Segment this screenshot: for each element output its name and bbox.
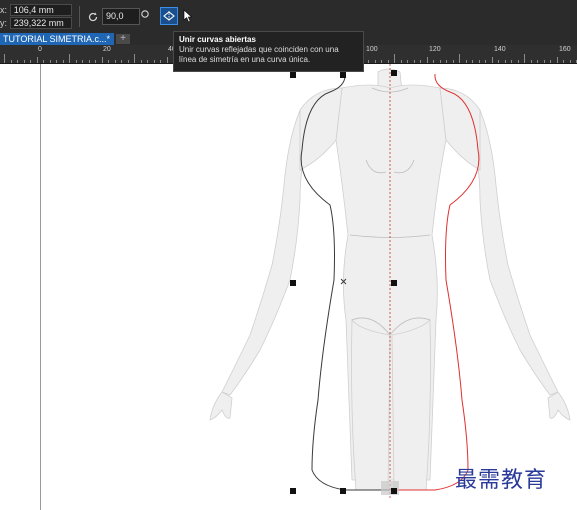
ruler-label: 160 <box>559 46 571 53</box>
ruler-tick <box>543 60 545 63</box>
toolbar-separator <box>79 6 80 27</box>
circle-icon[interactable] <box>140 9 150 19</box>
ruler-tick <box>30 60 31 63</box>
ruler-tick <box>134 54 135 63</box>
cursor-icon <box>183 9 193 23</box>
ruler-tick <box>10 60 12 63</box>
join-curves-button[interactable] <box>160 7 178 25</box>
ruler-tick <box>4 54 5 63</box>
selection-handle[interactable] <box>391 70 397 76</box>
ruler-tick <box>452 60 454 63</box>
ruler-tick <box>140 60 142 63</box>
ruler-tick <box>62 60 64 63</box>
ruler-tick <box>472 60 473 63</box>
ruler-tick <box>420 60 421 63</box>
y-position-field[interactable]: 239,322 mm <box>9 17 72 29</box>
tooltip-line: línea de simetría en una curva única. <box>179 55 311 64</box>
ruler-tick <box>127 60 129 63</box>
ruler-tick <box>394 54 395 63</box>
rotation-group: 90,0 <box>87 8 140 25</box>
join-curves-icon <box>163 11 175 21</box>
ruler-tick <box>459 54 460 63</box>
drawing-canvas[interactable] <box>0 64 577 510</box>
ruler-tick <box>114 60 116 63</box>
ruler-tick <box>381 60 382 63</box>
document-tab[interactable]: TUTORIAL SIMETRIA.c...* <box>0 33 114 45</box>
watermark-logo: 最需教育 <box>455 468 548 493</box>
ruler-tick <box>407 60 408 63</box>
ruler-tick <box>160 60 161 63</box>
ruler-tick <box>153 60 155 63</box>
ruler-tick <box>17 60 18 63</box>
ruler-tick <box>69 54 70 63</box>
add-tab-button[interactable]: + <box>116 34 130 44</box>
ruler-tick <box>413 60 415 63</box>
selection-handle[interactable] <box>290 488 296 494</box>
ruler-tick <box>82 60 83 63</box>
ruler-label: 0 <box>38 46 42 53</box>
selection-handle[interactable] <box>391 488 397 494</box>
ruler-tick <box>49 60 51 63</box>
x-axis-label: x: <box>0 5 8 15</box>
ruler-label: 20 <box>103 46 111 53</box>
ruler-tick <box>368 60 369 63</box>
ruler-tick <box>387 60 389 63</box>
ruler-label: 120 <box>429 46 441 53</box>
ruler-tick <box>23 60 25 63</box>
ruler-tick <box>550 60 551 63</box>
selection-handle[interactable] <box>340 488 346 494</box>
ruler-label: 140 <box>494 46 506 53</box>
ruler-tick <box>478 60 480 63</box>
ruler-tick <box>88 60 90 63</box>
ruler-tick <box>511 60 512 63</box>
selection-handle[interactable] <box>290 280 296 286</box>
ruler-tick <box>465 60 467 63</box>
ruler-tick <box>491 57 493 63</box>
ruler-tick <box>433 60 434 63</box>
ruler-tick <box>43 60 44 63</box>
ruler-tick <box>530 60 532 63</box>
ruler-tick <box>537 60 538 63</box>
coordinates-group: x: 106,4 mm y: 239,322 mm <box>0 4 72 29</box>
ruler-tick <box>374 60 376 63</box>
selection-handle[interactable] <box>290 72 296 78</box>
ruler-tick <box>36 57 38 63</box>
ruler-tick <box>498 60 499 63</box>
fashion-figure-drawing <box>209 64 571 500</box>
selection-handle[interactable] <box>391 280 397 286</box>
ruler-tick <box>563 60 564 63</box>
ruler-tick <box>524 54 525 63</box>
property-bar: x: 106,4 mm y: 239,322 mm 90,0 <box>0 0 577 33</box>
ruler-tick <box>400 60 402 63</box>
y-axis-label: y: <box>0 18 8 28</box>
join-curves-tooltip: Unir curvas abiertas Unir curvas refleja… <box>173 31 364 72</box>
tooltip-title: Unir curvas abiertas <box>179 35 256 44</box>
selection-handle[interactable] <box>340 72 346 78</box>
ruler-tick <box>439 60 441 63</box>
ruler-tick <box>101 57 103 63</box>
ruler-tick <box>147 60 148 63</box>
x-coordinate-row: x: 106,4 mm <box>0 4 72 16</box>
ruler-tick <box>556 57 558 63</box>
ruler-tick <box>95 60 96 63</box>
tooltip-line: Unir curvas reflejadas que coinciden con… <box>179 45 339 54</box>
ruler-tick <box>446 60 447 63</box>
rotate-icon <box>88 12 98 21</box>
ruler-tick <box>108 60 109 63</box>
ruler-tick <box>75 60 77 63</box>
ruler-tick <box>56 60 57 63</box>
ruler-tick <box>426 57 428 63</box>
ruler-label: 100 <box>366 46 378 53</box>
x-position-field[interactable]: 106,4 mm <box>9 4 72 16</box>
rotation-angle-field[interactable]: 90,0 <box>102 8 140 25</box>
ruler-tick <box>504 60 506 63</box>
y-coordinate-row: y: 239,322 mm <box>0 17 72 29</box>
ruler-tick <box>121 60 122 63</box>
ruler-tick <box>569 60 571 63</box>
ruler-tick <box>166 57 168 63</box>
ruler-tick <box>485 60 486 63</box>
ruler-tick <box>517 60 519 63</box>
